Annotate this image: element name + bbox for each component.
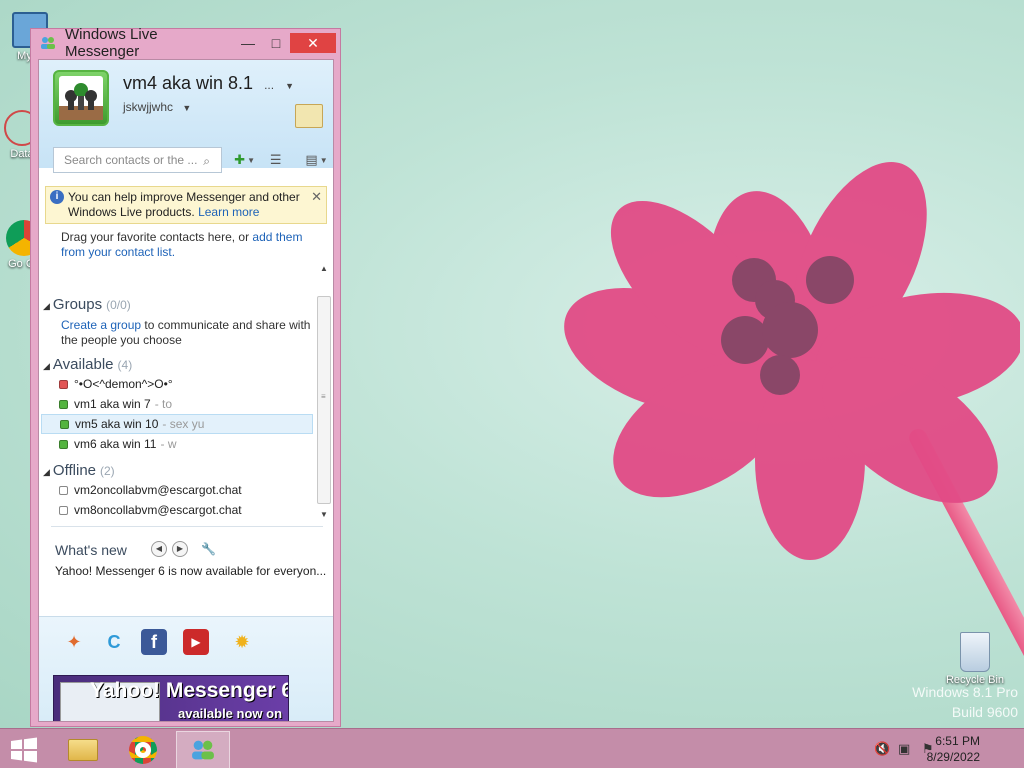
whats-new-item[interactable]: Yahoo! Messenger 6 is now available for … <box>55 564 326 578</box>
chevron-down-icon: ▼ <box>182 103 192 113</box>
group-header-offline[interactable]: ◢ Offline (2) <box>43 462 115 479</box>
yahoo-messenger-banner[interactable]: Yahoo! Messenger 6 available now on NINA… <box>53 675 289 721</box>
close-button[interactable]: ✕ <box>290 33 336 53</box>
contact-list-scrollbar[interactable]: ▲ ≡ ▼ <box>317 260 331 520</box>
favorites-hint: Drag your favorite contacts here, or add… <box>61 230 303 259</box>
expand-triangle-icon: ◢ <box>43 301 50 311</box>
profile-header: vm4 aka win 8.1 ... ▼ jskwjjwhc ▼ Search… <box>39 60 333 173</box>
facebook-icon[interactable]: f <box>141 629 167 655</box>
taskbar-file-explorer[interactable] <box>56 731 110 768</box>
footer-toolbar: ✦ C f ▶ ✹ Yahoo! Messenger 6 available n… <box>39 616 333 721</box>
expand-triangle-icon: ◢ <box>43 467 50 477</box>
windows-live-butterfly-icon[interactable]: ✦ <box>61 629 87 655</box>
messenger-window: Windows Live Messenger — □ ✕ vm4 aka win… <box>30 26 341 727</box>
chess-pieces-icon <box>59 83 103 120</box>
taskbar-messenger[interactable] <box>176 731 230 768</box>
status-busy-icon <box>59 379 68 389</box>
groups-description: Create a group to communicate and share … <box>61 318 311 347</box>
next-icon[interactable]: ▶ <box>172 541 188 557</box>
system-clock[interactable]: 6:51 PM 8/29/2022 <box>927 733 980 765</box>
previous-icon[interactable]: ◀ <box>151 541 167 557</box>
taskbar: 🔇 ▣ ⚑ 6:51 PM 8/29/2022 <box>0 728 1024 768</box>
volume-muted-icon[interactable]: 🔇 <box>874 741 890 757</box>
change-layout-icon[interactable]: ☰ <box>270 150 294 170</box>
group-header-groups[interactable]: ◢ Groups (0/0) <box>43 296 131 313</box>
whats-new-header: What's new <box>55 542 127 558</box>
wallpaper-flower <box>564 162 1020 560</box>
os-watermark: Windows 8.1 Pro Build 9600 <box>912 684 1018 720</box>
windows-live-c-icon[interactable]: C <box>101 629 127 655</box>
info-icon: i <box>50 190 64 204</box>
mail-icon[interactable] <box>295 104 323 128</box>
maximize-button[interactable]: □ <box>262 33 290 53</box>
wrench-icon[interactable]: 🔧 <box>201 542 216 556</box>
messenger-client-area: vm4 aka win 8.1 ... ▼ jskwjjwhc ▼ Search… <box>38 59 334 722</box>
start-button[interactable] <box>10 737 38 763</box>
status-online-icon <box>60 419 69 429</box>
personal-message[interactable]: jskwjjwhc ▼ <box>123 100 191 114</box>
window-title: Windows Live Messenger <box>65 26 158 60</box>
scrollbar-thumb[interactable]: ≡ <box>317 296 331 504</box>
show-menu-icon[interactable]: ▤ ▼ <box>305 150 329 170</box>
create-group-link[interactable]: Create a group <box>61 318 141 332</box>
network-icon[interactable]: ▣ <box>898 741 910 757</box>
title-bar[interactable]: Windows Live Messenger — □ ✕ <box>31 26 340 60</box>
avatar[interactable] <box>53 70 109 126</box>
search-row: Search contacts or the ... ⌕ ✚ ▼ ☰ ▤ ▼ <box>53 146 329 174</box>
contact-row[interactable]: vm2oncollabvm@escargot.chat <box>41 480 313 500</box>
folder-icon <box>68 739 98 761</box>
chevron-down-icon: ▼ <box>285 81 295 91</box>
youtube-icon[interactable]: ▶ <box>183 629 209 655</box>
messenger-buddy-icon <box>41 37 55 49</box>
minimize-button[interactable]: — <box>234 33 262 53</box>
scroll-up-icon[interactable]: ▲ <box>320 264 328 273</box>
group-header-available[interactable]: ◢ Available (4) <box>43 356 132 373</box>
info-bar: i You can help improve Messenger and oth… <box>45 186 327 224</box>
display-name[interactable]: vm4 aka win 8.1 ... ▼ <box>123 73 294 94</box>
status-online-icon <box>59 439 68 449</box>
desktop-icon-recycle-bin[interactable]: Recycle Bin <box>944 632 1006 686</box>
status-offline-icon <box>59 505 68 515</box>
messenger-buddy-icon <box>192 740 214 760</box>
chrome-icon <box>129 736 157 764</box>
search-input[interactable]: Search contacts or the ... ⌕ <box>53 147 223 173</box>
weather-sun-icon[interactable]: ✹ <box>229 629 255 655</box>
contact-row-selected[interactable]: vm5 aka win 10- sex yu <box>41 414 313 434</box>
contact-row[interactable]: °•O<^demon^>O•° <box>41 374 313 394</box>
status-online-icon <box>59 399 68 409</box>
search-icon: ⌕ <box>203 154 210 168</box>
contact-row[interactable]: vm8oncollabvm@escargot.chat <box>41 500 313 520</box>
contact-row[interactable]: vm1 aka win 7- to <box>41 394 313 414</box>
contact-row[interactable]: vm6 aka win 11- w <box>41 434 313 454</box>
add-contact-icon[interactable]: ✚ ▼ <box>234 150 258 170</box>
divider <box>51 526 323 527</box>
expand-triangle-icon: ◢ <box>43 361 50 371</box>
status-offline-icon <box>59 485 68 495</box>
taskbar-chrome[interactable] <box>116 731 170 768</box>
scroll-down-icon[interactable]: ▼ <box>320 510 328 519</box>
close-icon[interactable]: ✕ <box>311 189 322 204</box>
recycle-bin-icon <box>960 632 990 672</box>
learn-more-link[interactable]: Learn more <box>198 205 259 219</box>
